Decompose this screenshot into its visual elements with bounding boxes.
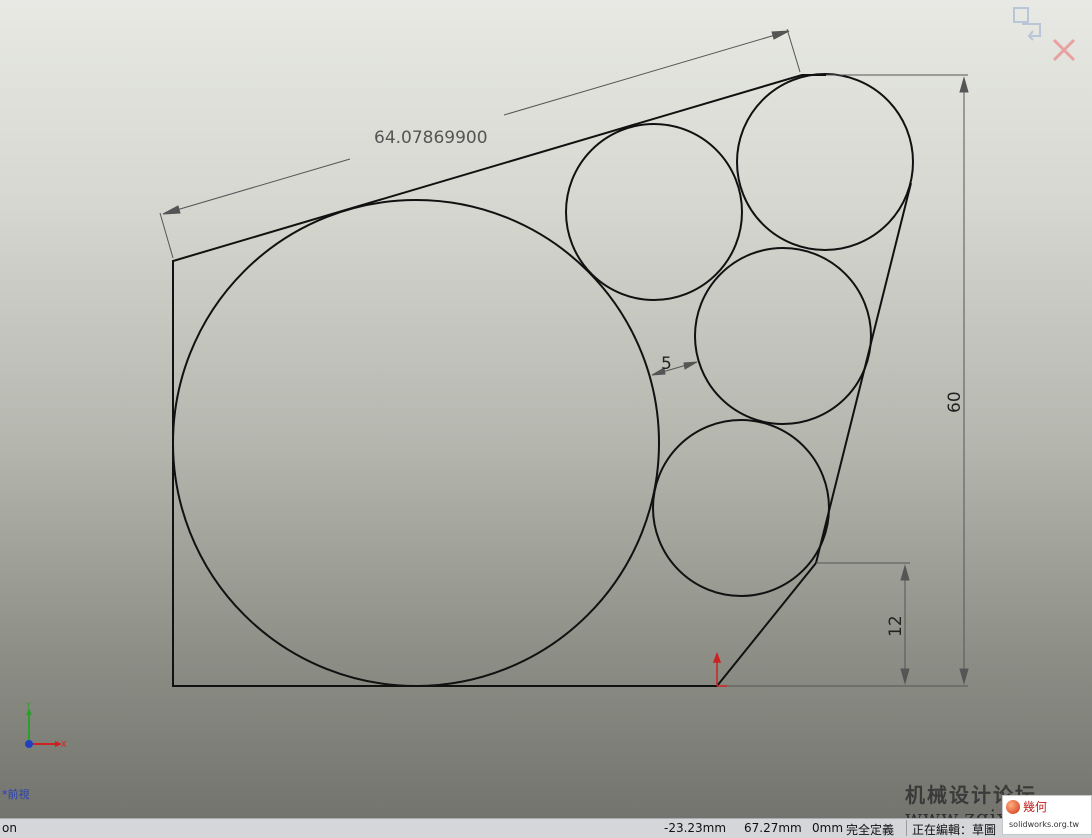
dim-gap[interactable]: 5 (661, 354, 672, 374)
status-x-coordinate: -23.23mm (664, 821, 727, 835)
view-orientation-label: *前視 (2, 788, 30, 801)
status-left-fragment: on (2, 821, 17, 835)
confirm-sketch-icon[interactable] (1013, 7, 1041, 41)
circle-top-right[interactable] (736, 73, 914, 251)
sketch-profile[interactable] (172, 73, 914, 687)
svg-text:X: X (61, 740, 67, 749)
sketch-geometry[interactable]: 64.07869900 5 60 12 Y X (0, 0, 1092, 818)
status-z-coordinate: 0mm (812, 821, 844, 835)
site-badge: 幾何 solidworks.org.tw (1002, 795, 1092, 835)
status-separator (906, 820, 907, 836)
status-bar: on -23.23mm 67.27mm 0mm 完全定義 正在編輯：草圖 (0, 818, 1092, 838)
svg-text:Y: Y (25, 701, 31, 710)
circle-middle-right[interactable] (694, 247, 872, 425)
dim-slanted-length[interactable]: 64.07869900 (374, 128, 488, 148)
large-circle[interactable] (172, 199, 660, 687)
dim-lower-height[interactable]: 12 (886, 615, 906, 637)
circle-bottom-right[interactable] (652, 419, 830, 597)
badge-url: solidworks.org.tw (1009, 820, 1079, 829)
dim-total-height[interactable]: 60 (945, 391, 965, 413)
circle-top-middle[interactable] (565, 123, 743, 301)
status-editing: 正在編輯：草圖 (912, 823, 997, 837)
globe-icon (1006, 800, 1020, 814)
status-sketch-state: 完全定義 (846, 823, 895, 837)
cancel-sketch-icon[interactable] (1052, 38, 1076, 62)
badge-title: 幾何 (1023, 800, 1048, 814)
axis-triad-icon: Y X (25, 701, 67, 749)
status-y-coordinate: 67.27mm (744, 821, 802, 835)
dimensions (159, 28, 969, 687)
